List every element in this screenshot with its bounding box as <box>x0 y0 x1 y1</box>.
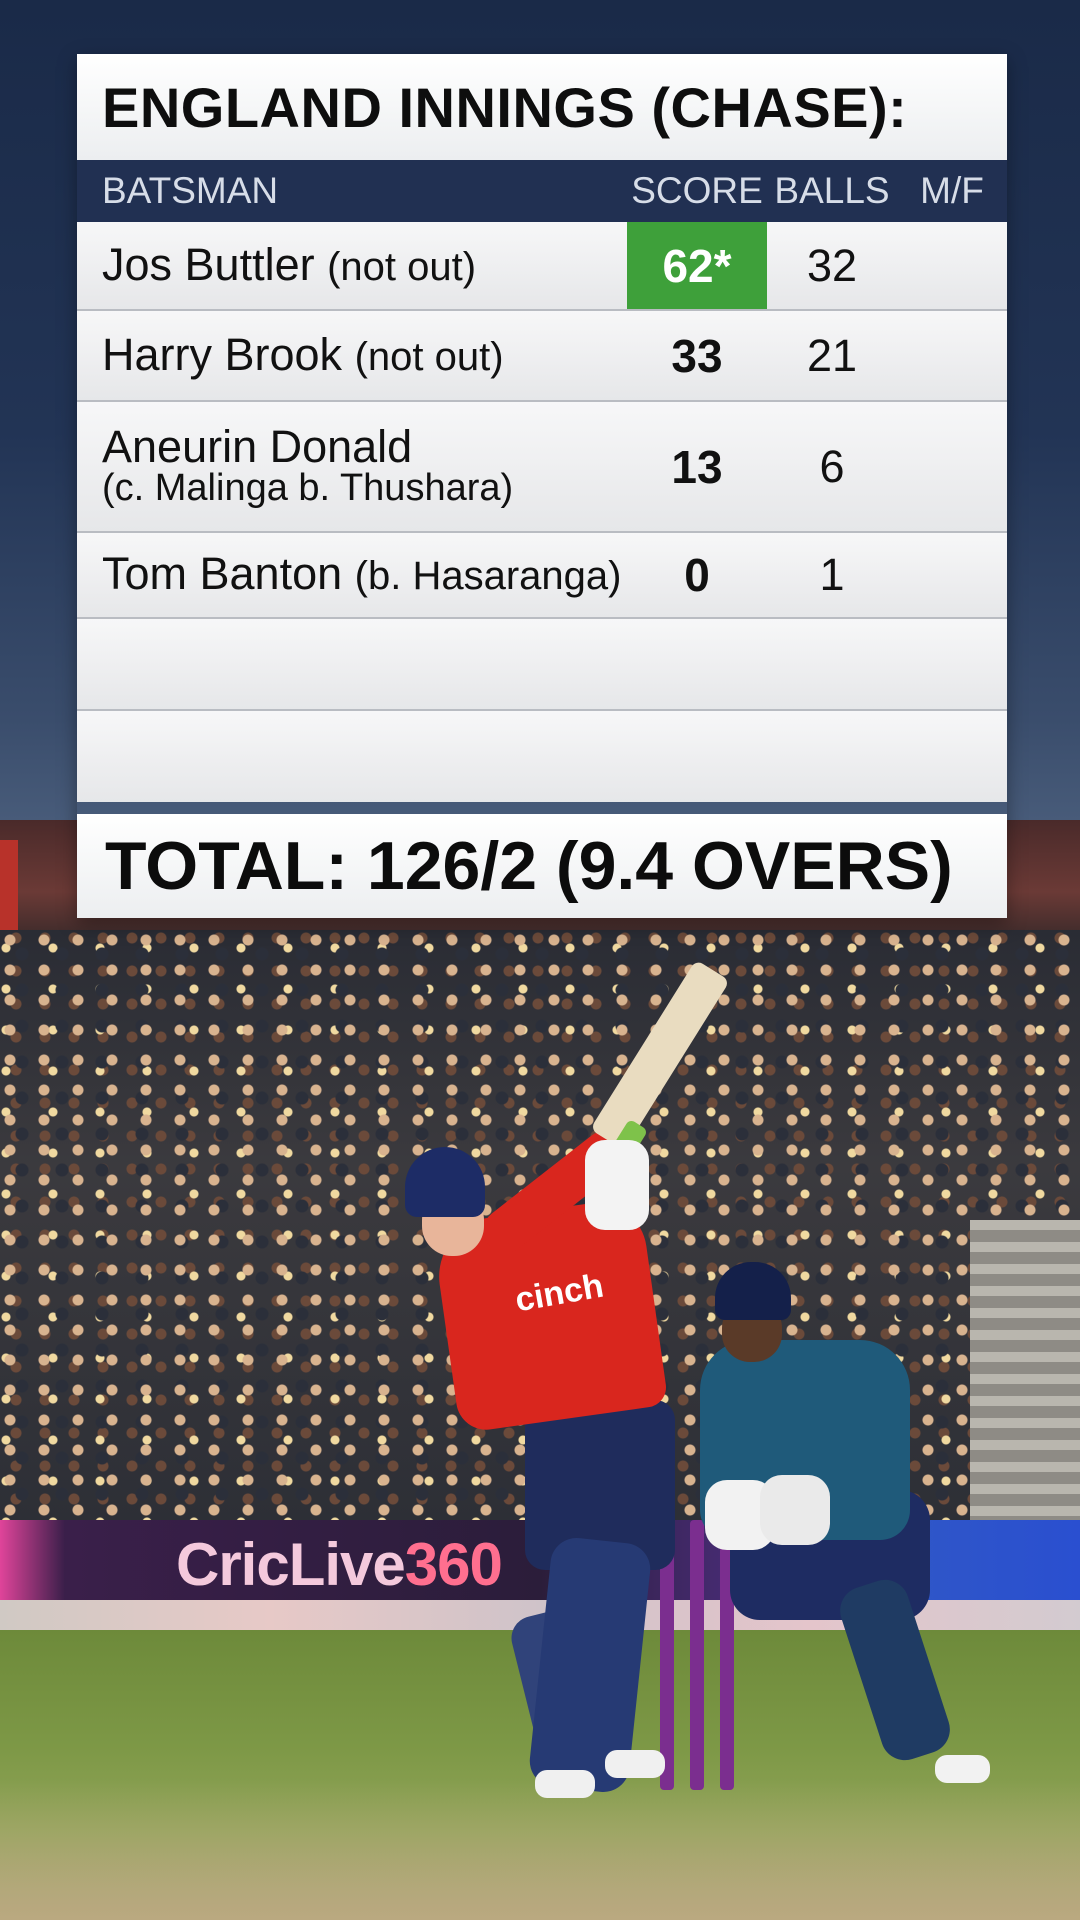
dismissal: (c. Malinga b. Thushara) <box>102 466 514 509</box>
batsman-row: Harry Brook (not out) 33 21 <box>77 311 1007 402</box>
scoreboard-title: ENGLAND INNINGS (CHASE): <box>77 54 1007 160</box>
batsman-cell: Jos Buttler (not out) <box>77 242 627 289</box>
balls-cell: 32 <box>806 239 858 291</box>
batsman-row: Jos Buttler (not out) 62* 32 <box>77 222 1007 311</box>
batsman-name: Aneurin Donald <box>102 420 413 472</box>
dismissal: (not out) <box>354 334 504 379</box>
scoreboard-card: ENGLAND INNINGS (CHASE): BATSMAN SCORE B… <box>77 54 1007 918</box>
batsman-name: Tom Banton <box>102 548 343 599</box>
batsman-name: Harry Brook <box>102 328 343 380</box>
batsman-row: Tom Banton (b. Hasaranga) 0 1 <box>77 533 1007 619</box>
header-mf: M/F <box>920 170 984 211</box>
keeper-shoe <box>935 1755 990 1783</box>
batsman-shoe <box>605 1750 665 1778</box>
stand-stairs <box>970 1220 1080 1520</box>
batsman-cell: Aneurin Donald (c. Malinga b. Thushara) <box>77 424 627 509</box>
balls-cell: 21 <box>806 329 858 381</box>
batsman-cell: Tom Banton (b. Hasaranga) <box>77 551 627 598</box>
batting-glove <box>585 1140 649 1230</box>
stump <box>690 1520 704 1790</box>
header-score: SCORE <box>631 170 763 211</box>
empty-row <box>77 711 1007 802</box>
pitch <box>0 1780 1080 1920</box>
ad-board-logo: CricLive360 <box>176 1530 503 1599</box>
balls-cell: 1 <box>819 549 845 600</box>
header-batsman: BATSMAN <box>102 170 279 211</box>
innings-total: TOTAL: 126/2 (9.4 OVERS) <box>77 814 1007 918</box>
ad-board-text-2: 360 <box>404 1531 503 1598</box>
batsman-cell: Harry Brook (not out) <box>77 332 627 379</box>
batsman-name: Jos Buttler <box>102 238 315 290</box>
batsman-helmet <box>405 1147 485 1217</box>
dismissal: (not out) <box>327 244 477 289</box>
score-cell: 0 <box>684 549 710 601</box>
score-cell: 13 <box>671 440 723 493</box>
batsman-shoe <box>535 1770 595 1798</box>
score-cell: 33 <box>671 329 723 382</box>
batsman-row: Aneurin Donald (c. Malinga b. Thushara) 1… <box>77 402 1007 533</box>
score-cell-highlighted: 62* <box>627 222 767 309</box>
keeper-glove <box>760 1475 830 1545</box>
ad-board-text-1: CricLive <box>176 1531 406 1598</box>
scoreboard-header-row: BATSMAN SCORE BALLS M/F <box>77 160 1007 222</box>
dismissal: (b. Hasaranga) <box>354 554 622 598</box>
header-balls: BALLS <box>774 170 890 211</box>
empty-row <box>77 619 1007 711</box>
balls-cell: 6 <box>819 440 845 492</box>
